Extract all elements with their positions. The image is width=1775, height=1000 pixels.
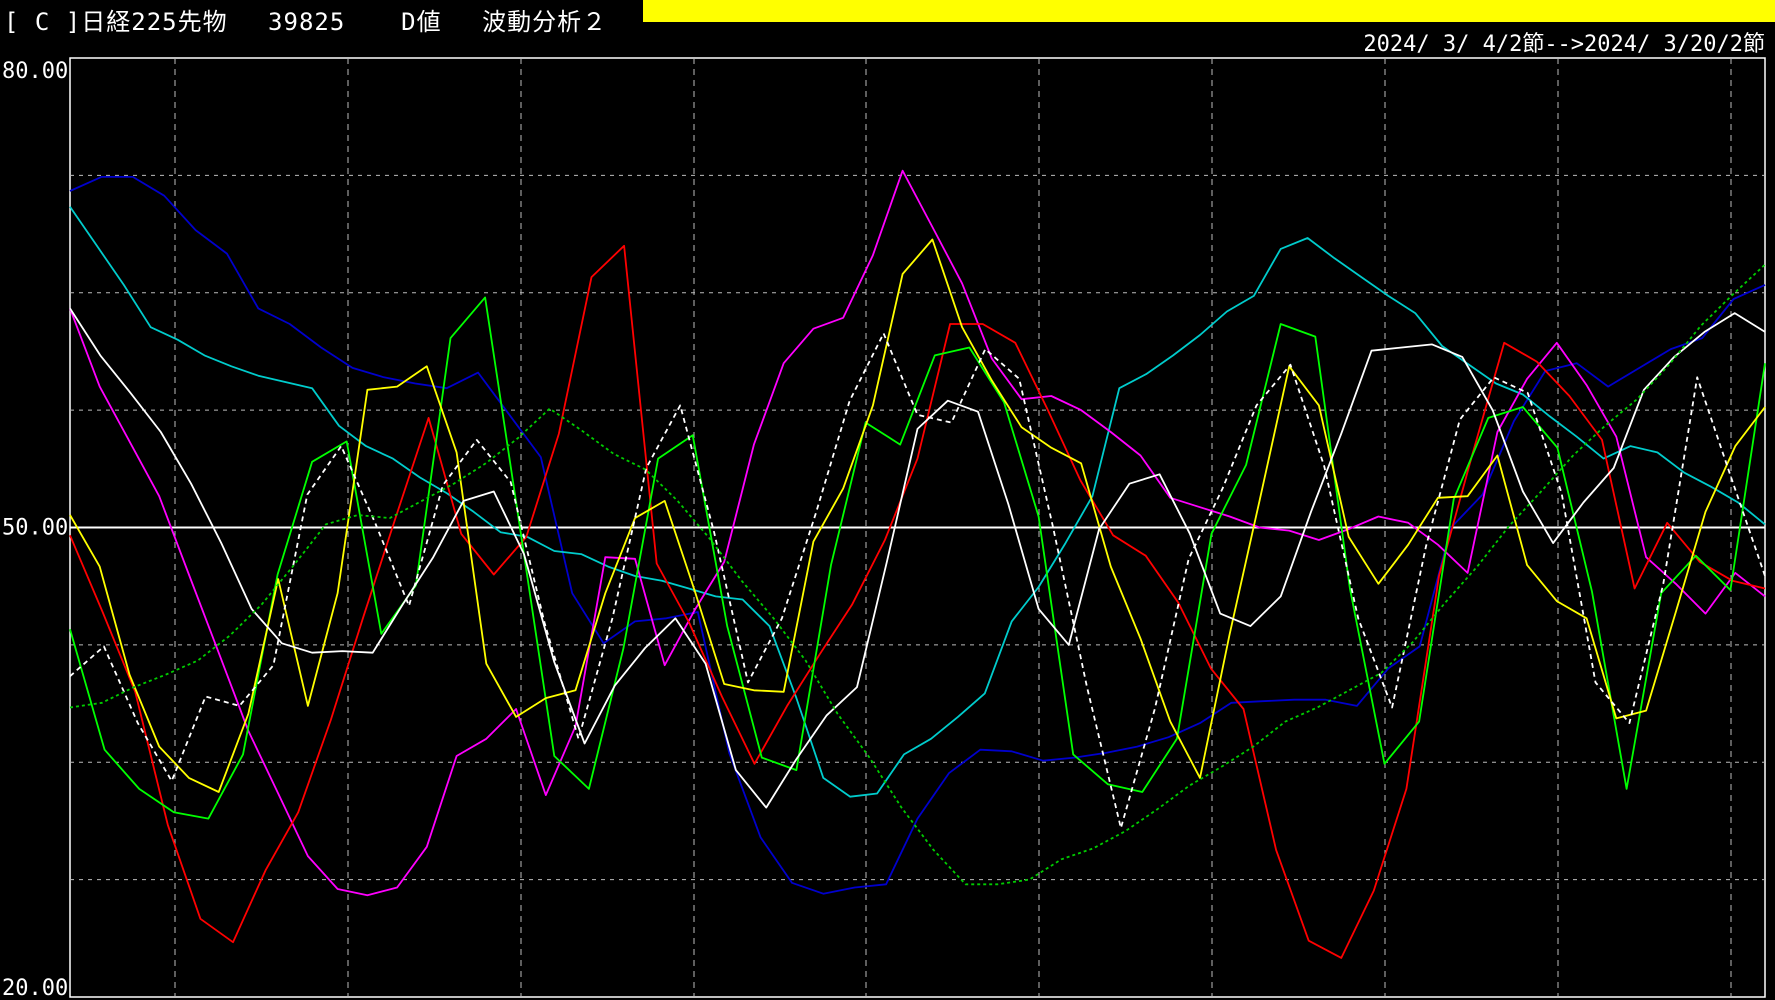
series-line-4[interactable] (69, 244, 1766, 959)
y-tick-label: 20.00 (2, 976, 68, 1000)
series-line-3[interactable] (69, 169, 1766, 897)
series-line-6[interactable] (69, 238, 1766, 793)
wave-analysis-chart[interactable]: 80.00 50.00 20.00 (0, 0, 1775, 1000)
y-tick-label: 80.00 (2, 59, 68, 84)
series-line-9[interactable] (69, 263, 1766, 886)
y-tick-label: 50.00 (2, 516, 68, 541)
series-line-1[interactable] (69, 175, 1766, 895)
series-line-7[interactable] (69, 307, 1766, 809)
